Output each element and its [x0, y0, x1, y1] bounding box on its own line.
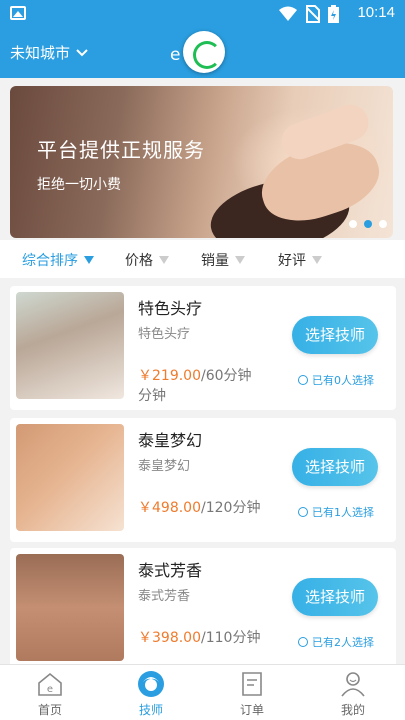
battery-charging-icon: [328, 5, 339, 23]
chosen-count: 已有2人选择: [298, 634, 374, 650]
check-circle-icon: [298, 637, 308, 647]
city-selector[interactable]: 未知城市: [10, 42, 88, 63]
filter-label: 价格: [125, 253, 153, 269]
chosen-count-text: 已有1人选择: [312, 506, 374, 519]
promo-banner[interactable]: 平台提供正规服务 拒绝一切小费: [10, 86, 393, 238]
choose-therapist-button[interactable]: 选择技师: [292, 448, 378, 486]
chosen-count-text: 已有0人选择: [312, 374, 374, 387]
home-icon: e: [36, 670, 64, 698]
chevron-down-icon: [76, 48, 88, 56]
tab-label: 我的: [340, 703, 365, 717]
price-unit: /110分钟: [201, 630, 261, 646]
wifi-icon: [279, 6, 297, 21]
sort-arrow-icon: [159, 256, 169, 264]
service-price: ￥398.00/110分钟: [138, 628, 263, 648]
price-amount: ￥219.00: [138, 368, 201, 384]
service-price: ￥219.00/60分钟分钟: [138, 366, 263, 406]
order-icon: [238, 670, 266, 698]
tab-label: 订单: [239, 703, 264, 717]
chosen-count: 已有1人选择: [298, 504, 374, 520]
choose-therapist-button[interactable]: 选择技师: [292, 316, 378, 354]
tab-label: 技师: [138, 703, 163, 717]
price-unit: /120分钟: [201, 500, 261, 516]
price-amount: ￥498.00: [138, 500, 201, 516]
service-name: 泰皇梦幻: [138, 431, 203, 450]
service-card[interactable]: 泰皇梦幻 泰皇梦幻 ￥498.00/120分钟 选择技师 已有1人选择: [10, 418, 396, 542]
chosen-count-text: 已有2人选择: [312, 636, 374, 649]
svg-text:e: e: [47, 684, 53, 695]
filter-label: 销量: [201, 253, 229, 269]
tab-label: 首页: [37, 703, 62, 717]
check-circle-icon: [298, 507, 308, 517]
service-thumbnail: [16, 554, 124, 661]
image-icon: [10, 6, 26, 20]
app-header: 未知城市 e 家: [0, 28, 405, 78]
tab-therapist[interactable]: 技师: [121, 670, 181, 718]
clock: 10:14: [357, 4, 395, 21]
check-circle-icon: [298, 375, 308, 385]
service-desc: 泰式芳香: [138, 589, 191, 604]
pager-dot-active[interactable]: [364, 220, 372, 228]
filter-label: 好评: [278, 253, 306, 269]
service-name: 泰式芳香: [138, 561, 203, 580]
service-thumbnail: [16, 424, 124, 531]
sort-filter-bar: 综合排序 价格 销量 好评: [0, 240, 405, 278]
status-icons: [278, 5, 339, 23]
tab-profile[interactable]: 我的: [323, 670, 383, 718]
sort-arrow-icon: [235, 256, 245, 264]
pager-dot[interactable]: [379, 220, 387, 228]
service-desc: 特色头疗: [138, 327, 191, 342]
service-card[interactable]: 特色头疗 特色头疗 ￥219.00/60分钟分钟 选择技师 已有0人选择: [10, 286, 396, 410]
service-thumbnail: [16, 292, 124, 399]
city-label: 未知城市: [10, 44, 71, 62]
tab-orders[interactable]: 订单: [222, 670, 282, 718]
banner-pager: [349, 220, 387, 228]
filter-price[interactable]: 价格: [125, 250, 169, 270]
therapist-icon: [137, 670, 165, 698]
banner-headline: 平台提供正规服务: [37, 138, 205, 162]
service-card[interactable]: 泰式芳香 泰式芳香 ￥398.00/110分钟 选择技师 已有2人选择: [10, 548, 396, 672]
banner-subline: 拒绝一切小费: [37, 177, 121, 193]
filter-comprehensive[interactable]: 综合排序: [22, 250, 94, 270]
choose-therapist-button[interactable]: 选择技师: [292, 578, 378, 616]
loading-spinner-icon: [183, 31, 225, 73]
filter-rating[interactable]: 好评: [278, 250, 322, 270]
tab-home[interactable]: e 首页: [20, 670, 80, 718]
filter-sales[interactable]: 销量: [201, 250, 245, 270]
service-name: 特色头疗: [138, 299, 203, 318]
price-amount: ￥398.00: [138, 630, 201, 646]
sort-arrow-icon: [312, 256, 322, 264]
profile-icon: [339, 670, 367, 698]
service-price: ￥498.00/120分钟: [138, 498, 263, 518]
pager-dot[interactable]: [349, 220, 357, 228]
filter-label: 综合排序: [22, 253, 78, 269]
sort-arrow-icon: [84, 256, 94, 264]
service-desc: 泰皇梦幻: [138, 459, 191, 474]
chosen-count: 已有0人选择: [298, 372, 374, 388]
bottom-tab-bar: e 首页 技师 订单 我的: [0, 664, 405, 720]
status-bar: 10:14: [0, 0, 405, 28]
no-sim-icon: [306, 5, 320, 23]
